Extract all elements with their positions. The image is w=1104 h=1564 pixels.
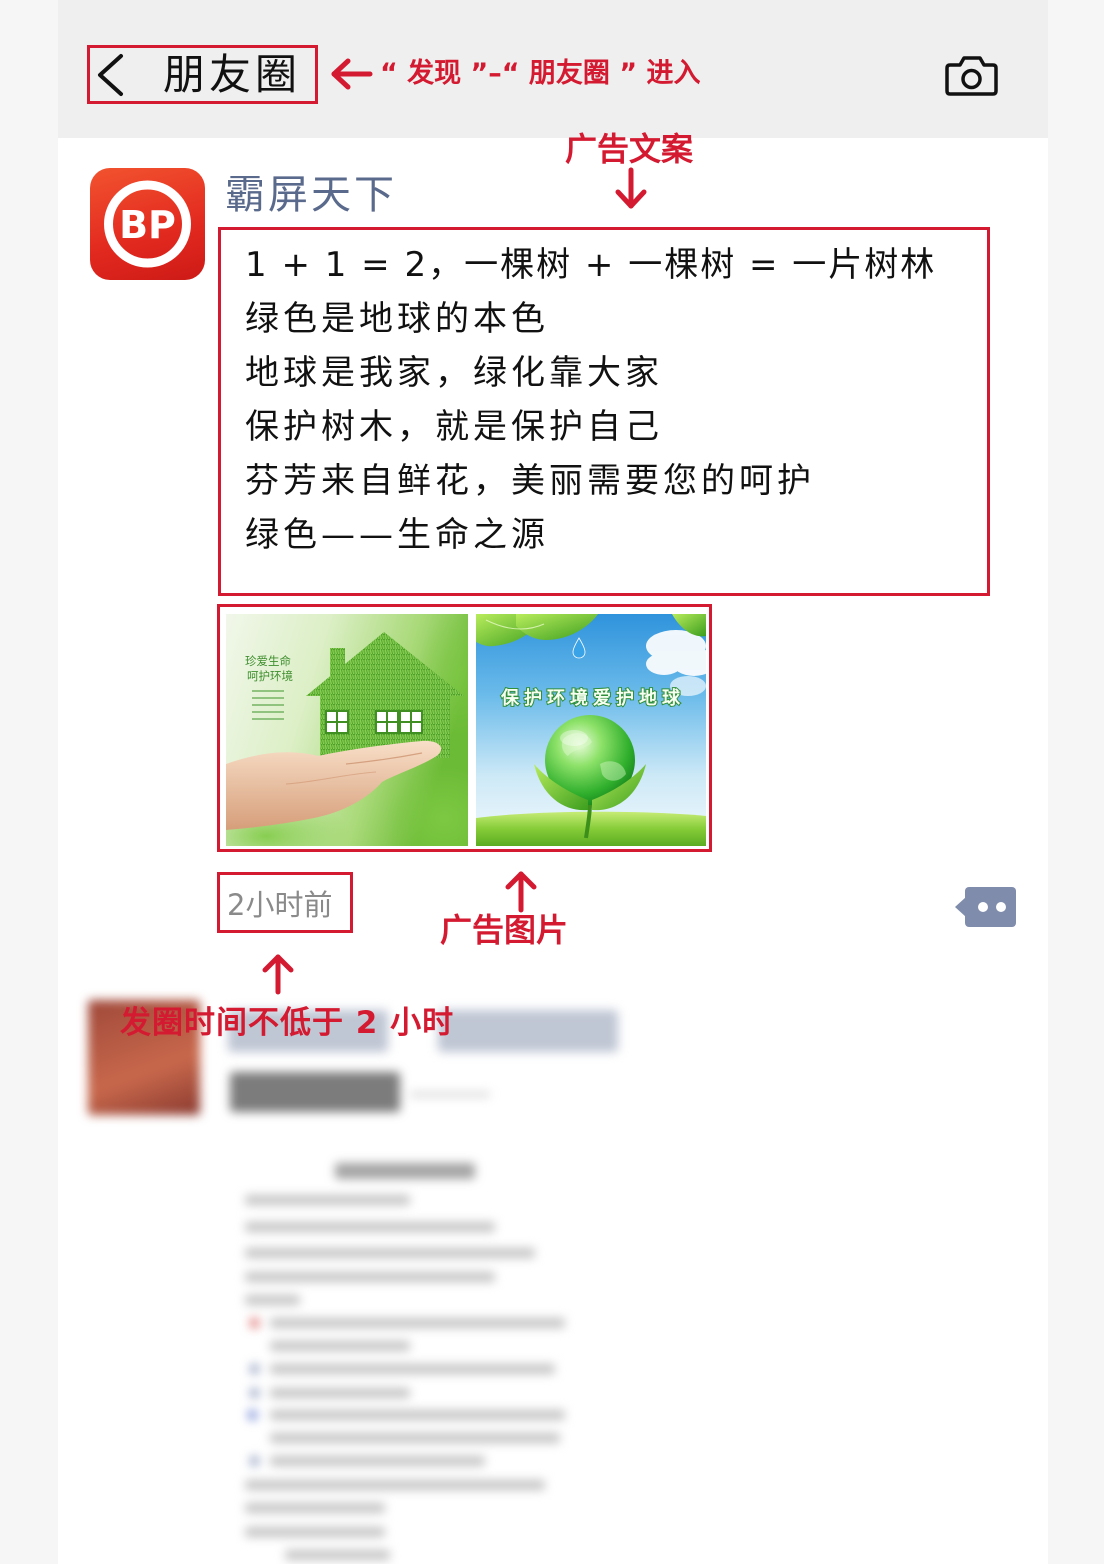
post-content-line: 绿色是地球的本色 xyxy=(245,299,549,339)
post-time-rule-annotation: 发圈时间不低于 2 小时 xyxy=(120,1005,455,1041)
post-images-box: 珍爱生命 呵护环境 保护环境爱护地球 xyxy=(217,604,712,852)
page-title: 朋友圈 xyxy=(163,50,302,99)
post-time-box: 2小时前 xyxy=(217,872,353,933)
post-content-line: 地球是我家，绿化靠大家 xyxy=(245,353,663,393)
camera-icon[interactable] xyxy=(943,53,1000,98)
ad-copy-annotation: 广告文案 xyxy=(565,130,694,168)
post-image-2[interactable]: 保护环境爱护地球 xyxy=(476,614,706,846)
ad-image-annotation: 广告图片 xyxy=(440,911,569,949)
blurred-text-line xyxy=(270,1410,565,1420)
chevron-left-icon[interactable] xyxy=(94,52,128,98)
blurred-text-line xyxy=(245,1295,300,1305)
blurred-divider xyxy=(410,1093,490,1096)
blurred-bullet xyxy=(250,1456,259,1466)
post-text-box: 1 + 1 = 2，一棵树 + 一棵树 = 一片树林 绿色是地球的本色 地球是我… xyxy=(218,227,990,596)
blurred-bullet xyxy=(250,1388,259,1398)
blurred-text-line xyxy=(245,1222,495,1232)
post-image-1[interactable]: 珍爱生命 呵护环境 xyxy=(226,614,468,846)
blurred-text-line xyxy=(245,1527,385,1537)
blurred-bullet xyxy=(250,1364,259,1374)
bp-logo-icon: BP xyxy=(104,180,191,268)
blurred-text-line xyxy=(270,1318,565,1328)
blurred-text-line xyxy=(270,1341,410,1351)
blurred-bullet xyxy=(248,1410,257,1420)
blurred-text-block xyxy=(438,1010,618,1052)
entry-path-annotation: “ 发现 ”–“ 朋友圈 ” 进入 xyxy=(380,58,701,89)
author-name[interactable]: 霸屏天下 xyxy=(225,171,397,219)
blurred-doc-title xyxy=(335,1163,475,1179)
image-caption: 珍爱生命 xyxy=(245,654,291,668)
post-content-line: 1 + 1 = 2，一棵树 + 一棵树 = 一片树林 xyxy=(245,245,937,285)
blurred-text-line xyxy=(245,1272,495,1282)
blurred-text-line xyxy=(270,1388,410,1398)
blurred-text-line xyxy=(245,1480,545,1490)
blurred-text-line xyxy=(270,1433,560,1443)
avatar[interactable]: BP xyxy=(90,168,205,280)
avatar-logo-text: BP xyxy=(119,203,176,247)
blurred-text-line xyxy=(245,1248,535,1258)
image-caption: 呵护环境 xyxy=(247,669,293,683)
comment-more-icon[interactable] xyxy=(955,887,1016,927)
blurred-next-post xyxy=(58,980,1048,1564)
blurred-text-line xyxy=(270,1456,485,1466)
blurred-text-line xyxy=(270,1364,555,1374)
post-content: 1 + 1 = 2，一棵树 + 一棵树 = 一片树林 绿色是地球的本色 地球是我… xyxy=(245,238,936,562)
blurred-text-line xyxy=(245,1195,410,1205)
blurred-bullet xyxy=(250,1318,259,1328)
blurred-text-line xyxy=(245,1503,385,1513)
post-content-line: 绿色——生命之源 xyxy=(245,515,549,555)
post-content-line: 芬芳来自鲜花，美丽需要您的呵护 xyxy=(245,461,815,501)
image-caption: 保护环境爱护地球 xyxy=(500,687,685,709)
blurred-text-block xyxy=(230,1072,400,1112)
post-content-line: 保护树木，就是保护自己 xyxy=(245,407,663,447)
blurred-text-line xyxy=(285,1550,390,1560)
post-timestamp: 2小时前 xyxy=(227,887,333,922)
